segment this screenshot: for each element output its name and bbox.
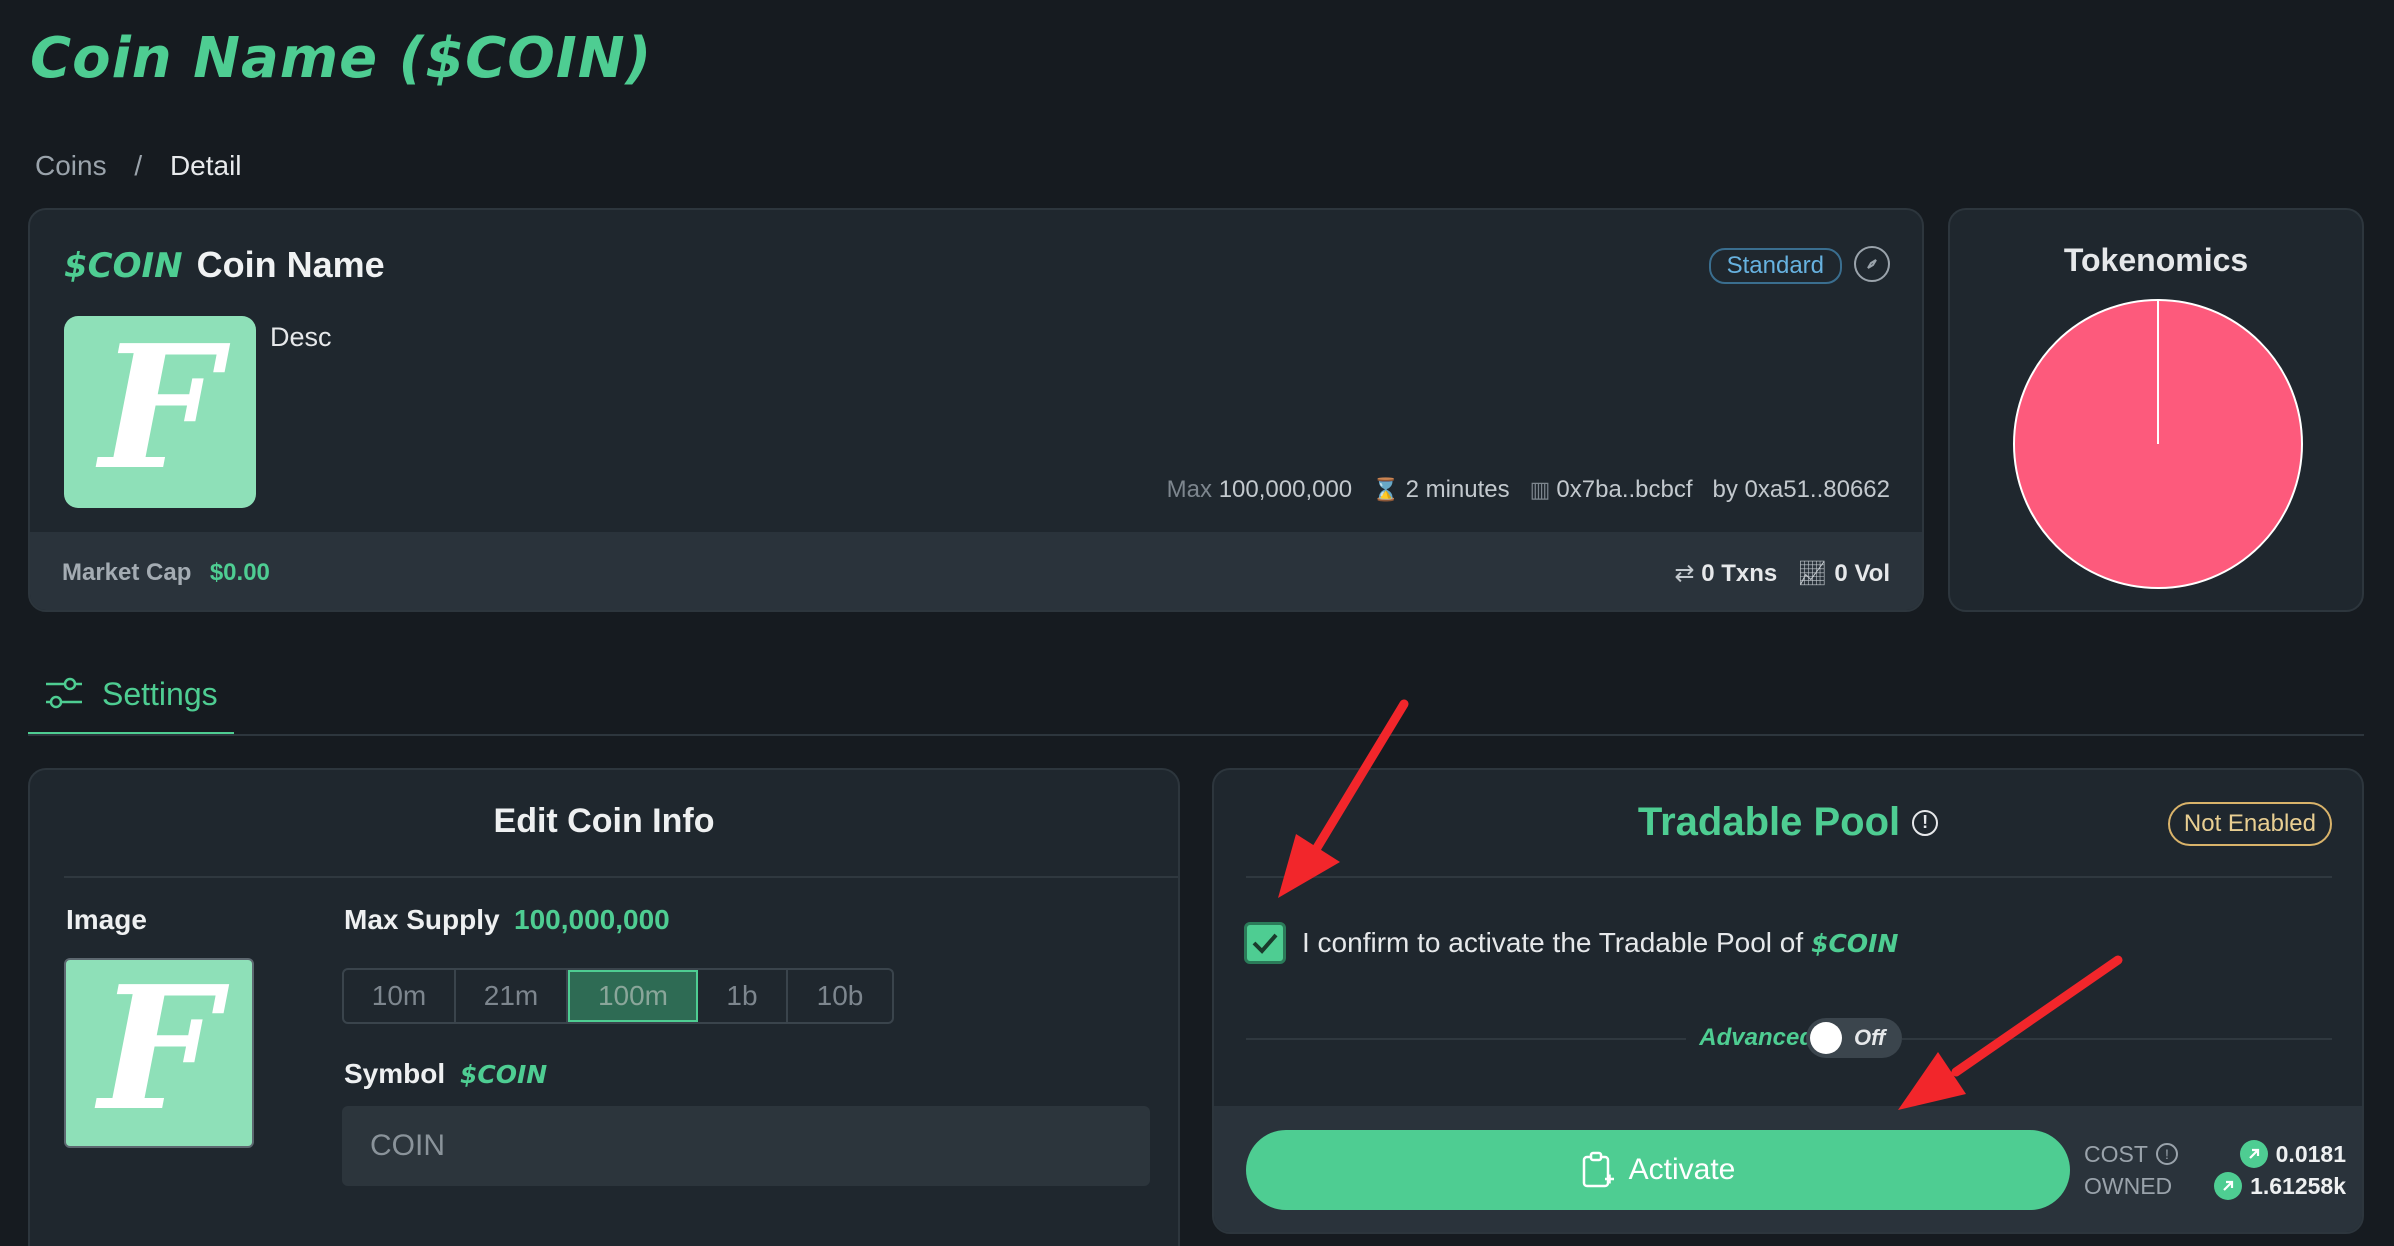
- coin-detail-page: Coin Name ($COIN) Coins / Detail $COIN C…: [0, 0, 2394, 1246]
- coin-image-upload[interactable]: F: [64, 958, 254, 1148]
- max-value: 100,000,000: [1218, 476, 1353, 503]
- max-supply-selector: 10m 21m 100m 1b 10b: [342, 968, 894, 1024]
- confirm-checkbox[interactable]: [1244, 922, 1286, 964]
- coin-header: $COIN Coin Name: [64, 244, 385, 286]
- token-icon: [2239, 1140, 2268, 1168]
- max-supply-meta: Max 100,000,000: [1167, 476, 1352, 504]
- vol-value: 0: [1834, 559, 1848, 587]
- confirm-text: I confirm to activate the Tradable Pool …: [1302, 927, 1898, 959]
- check-icon: [1252, 933, 1278, 954]
- coin-logo-glyph: F: [96, 327, 231, 497]
- pool-divider: [1246, 876, 2332, 878]
- image-label: Image: [66, 904, 147, 935]
- clipboard-add-icon: [1582, 1151, 1614, 1188]
- advanced-toggle[interactable]: Off: [1806, 1018, 1902, 1058]
- cost-label: COST: [2084, 1140, 2148, 1167]
- coin-meta: Max 100,000,000 ⌛ 2 minutes ▥ 0x7ba..bcbcf…: [1167, 476, 1890, 504]
- tokenomics-card: Tokenomics: [1948, 208, 2364, 612]
- sliders-icon: [46, 677, 82, 709]
- coin-description: Desc: [270, 322, 332, 352]
- coin-image-glyph: F: [95, 968, 230, 1138]
- confirm-text-body: I confirm to activate the Tradable Pool …: [1302, 927, 1804, 958]
- symbol-value: $COIN: [460, 1060, 548, 1089]
- swap-icon: ⇄: [1674, 559, 1695, 587]
- coin-logo: F: [64, 316, 256, 508]
- vol-stat: 📈︎ 0 Vol: [1797, 559, 1890, 588]
- edit-coin-info-card: Edit Coin Info Image F Max Supply 100,00…: [28, 768, 1180, 1246]
- pool-title-text: Tradable Pool: [1637, 800, 1901, 844]
- coin-summary-card: $COIN Coin Name Standard F Desc Max 100,…: [28, 208, 1924, 612]
- tokenomics-pie-chart: [2013, 299, 2303, 589]
- symbol-input[interactable]: [342, 1106, 1150, 1186]
- age-value: 2 minutes: [1405, 476, 1510, 503]
- edit-card-title: Edit Coin Info: [493, 802, 715, 840]
- advanced-label: Advanced: [1699, 1024, 1814, 1051]
- edit-divider: [64, 876, 1178, 878]
- svg-text:F: F: [95, 968, 230, 1138]
- info-icon[interactable]: !: [1912, 809, 1939, 836]
- breadcrumb-current: Detail: [169, 150, 242, 181]
- tab-divider: [28, 734, 2364, 736]
- contract-address[interactable]: 0x7ba..bcbcf: [1556, 476, 1692, 503]
- clock-tree-icon: ⌛: [1372, 477, 1400, 502]
- advanced-divider-left: [1246, 1038, 1686, 1040]
- breadcrumb: Coins / Detail: [35, 150, 242, 182]
- cost-summary: COST! 0.0181 OWNED 1.61258k: [2084, 1138, 2346, 1202]
- symbol-label: Symbol: [344, 1058, 446, 1089]
- max-supply-value: 100,000,000: [514, 904, 670, 935]
- advanced-divider-right: [1902, 1038, 2332, 1040]
- contract-meta[interactable]: ▥ 0x7ba..bcbcf: [1530, 476, 1693, 504]
- supply-option-10m[interactable]: 10m: [344, 970, 456, 1022]
- owned-label: OWNED: [2084, 1172, 2173, 1199]
- cost-value: 0.0181: [2275, 1140, 2346, 1167]
- market-cap: Market Cap $0.00: [62, 559, 270, 587]
- max-label: Max: [1166, 476, 1213, 503]
- supply-option-1b[interactable]: 1b: [698, 970, 788, 1022]
- coin-name: Coin Name: [196, 244, 385, 285]
- owned-row: OWNED 1.61258k: [2084, 1170, 2346, 1202]
- confirm-symbol: $COIN: [1811, 929, 1899, 958]
- token-icon: [2214, 1172, 2243, 1200]
- supply-option-21m[interactable]: 21m: [456, 970, 568, 1022]
- tokenomics-title: Tokenomics: [2063, 242, 2249, 278]
- txns-label: Txns: [1721, 559, 1778, 587]
- cost-row: COST! 0.0181: [2084, 1138, 2346, 1170]
- creator-address[interactable]: by 0xa51..80662: [1713, 476, 1890, 504]
- coin-footer: Market Cap $0.00 ⇄ 0 Txns 📈︎ 0 Vol: [30, 532, 1922, 610]
- breadcrumb-coins-link[interactable]: Coins: [35, 150, 107, 181]
- txns-value: 0: [1701, 559, 1715, 587]
- chart-icon: 📈︎: [1797, 559, 1828, 587]
- max-supply-label: Max Supply: [344, 904, 500, 935]
- coin-type-badge: Standard: [1708, 248, 1842, 284]
- vol-label: Vol: [1854, 559, 1890, 587]
- page-title: Coin Name ($COIN): [30, 26, 653, 91]
- age-meta: ⌛ 2 minutes: [1372, 476, 1509, 504]
- tradable-pool-card: Tradable Pool ! Not Enabled I confirm to…: [1212, 768, 2364, 1234]
- toggle-state: Off: [1854, 1025, 1886, 1050]
- activate-label: Activate: [1628, 1153, 1736, 1186]
- coin-stats: ⇄ 0 Txns 📈︎ 0 Vol: [1674, 559, 1890, 588]
- activate-button[interactable]: Activate: [1246, 1130, 2070, 1210]
- svg-text:F: F: [96, 327, 231, 497]
- market-cap-label: Market Cap: [62, 559, 192, 586]
- market-cap-value: $0.00: [209, 559, 270, 586]
- owned-value: 1.61258k: [2250, 1172, 2346, 1199]
- compass-icon[interactable]: [1854, 246, 1890, 282]
- supply-option-100m[interactable]: 100m: [568, 970, 698, 1022]
- txns-stat: ⇄ 0 Txns: [1674, 559, 1777, 588]
- tab-settings-label: Settings: [102, 675, 218, 712]
- confirm-row: I confirm to activate the Tradable Pool …: [1244, 922, 1898, 964]
- toggle-knob: [1810, 1022, 1842, 1054]
- pool-status-badge: Not Enabled: [2167, 802, 2332, 846]
- breadcrumb-separator: /: [134, 150, 143, 181]
- pool-footer: Activate COST! 0.0181 OWNED 1.61258k: [1214, 1106, 2362, 1232]
- contract-icon: ▥: [1529, 477, 1551, 502]
- cost-info-icon[interactable]: !: [2155, 1143, 2178, 1165]
- coin-symbol: $COIN: [64, 246, 183, 286]
- supply-option-10b[interactable]: 10b: [788, 970, 892, 1022]
- tab-settings[interactable]: Settings: [28, 656, 234, 736]
